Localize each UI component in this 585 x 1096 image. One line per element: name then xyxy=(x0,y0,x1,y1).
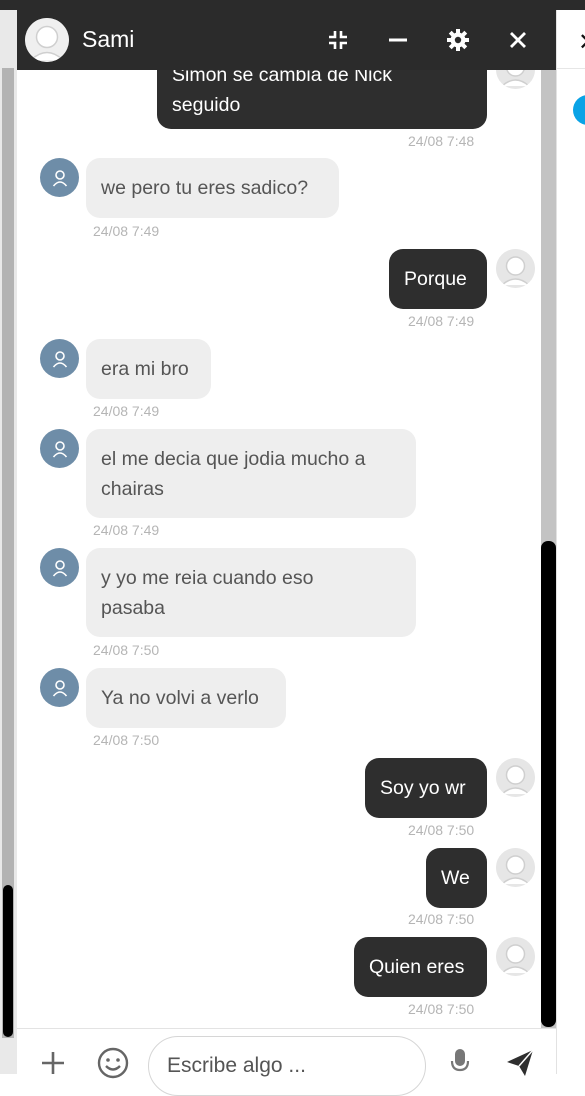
avatar xyxy=(496,937,535,976)
status-badge[interactable] xyxy=(573,95,585,125)
left-scrollbar[interactable] xyxy=(0,10,17,1074)
message-list[interactable]: Simon se cambia de Nick seguido 24/08 7:… xyxy=(17,10,541,1028)
plus-icon[interactable] xyxy=(37,1047,69,1079)
message-text-line: Quien eres xyxy=(369,956,465,978)
close-icon[interactable] xyxy=(502,24,534,56)
message-scrollbar-thumb[interactable] xyxy=(541,541,556,1027)
message-scrollbar[interactable] xyxy=(541,70,556,1028)
gear-icon[interactable] xyxy=(442,24,474,56)
contact-avatar[interactable] xyxy=(25,18,69,62)
side-panel-divider xyxy=(557,68,585,69)
compress-icon[interactable] xyxy=(322,24,354,56)
send-icon[interactable] xyxy=(503,1047,537,1077)
microphone-icon[interactable] xyxy=(447,1047,473,1077)
left-scrollbar-thumb[interactable] xyxy=(3,885,13,1037)
message-input[interactable] xyxy=(148,1036,426,1096)
side-panel: ✕ xyxy=(556,10,585,1074)
message-timestamp: 24/08 7:50 xyxy=(408,1001,475,1017)
close-icon[interactable]: ✕ xyxy=(578,28,585,57)
message-bubble-outgoing: Quien eres xyxy=(354,937,487,997)
chat-header: Sami xyxy=(17,10,556,70)
contact-name: Sami xyxy=(82,26,135,52)
window-top-strip xyxy=(0,0,585,10)
composer xyxy=(17,1028,556,1096)
message-row: Quien eres 24/08 7:50 xyxy=(17,10,541,1028)
minimize-icon[interactable] xyxy=(382,24,414,56)
emoji-icon[interactable] xyxy=(95,1045,131,1081)
